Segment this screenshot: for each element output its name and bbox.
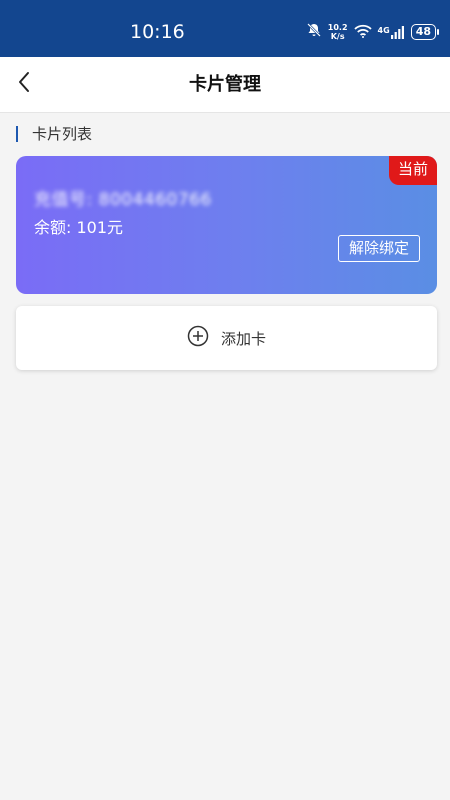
nav-bar: 卡片管理	[0, 57, 450, 113]
net-speed: 10.2 K/s	[328, 23, 348, 41]
card-number: 充值号: 8004460766	[34, 190, 212, 210]
section-title: 卡片列表	[16, 125, 450, 143]
unbind-button[interactable]: 解除绑定	[337, 235, 420, 262]
net-speed-unit: K/s	[330, 32, 345, 41]
battery-indicator: 48	[410, 24, 440, 40]
status-bar: 10:16 10.2 K/s 4G 48	[0, 0, 450, 57]
back-button[interactable]	[8, 68, 40, 100]
mute-bell-icon	[306, 22, 322, 42]
add-card-button[interactable]: 添加卡	[16, 306, 437, 370]
signal-label: 4G	[377, 25, 390, 35]
card-balance: 余额: 101元	[34, 218, 124, 237]
current-badge: 当前	[388, 156, 437, 185]
signal-icon: 4G	[377, 25, 405, 39]
add-card-label: 添加卡	[220, 329, 266, 348]
status-time: 10:16	[130, 21, 185, 43]
chevron-left-icon	[17, 71, 31, 97]
net-speed-value: 10.2	[327, 23, 348, 32]
card-item[interactable]: 当前 充值号: 8004460766 余额: 101元 解除绑定	[16, 156, 437, 294]
wifi-icon	[353, 23, 372, 42]
plus-circle-icon	[187, 325, 209, 351]
status-icons: 10.2 K/s 4G 48	[306, 20, 440, 44]
page-title: 卡片管理	[189, 74, 261, 95]
